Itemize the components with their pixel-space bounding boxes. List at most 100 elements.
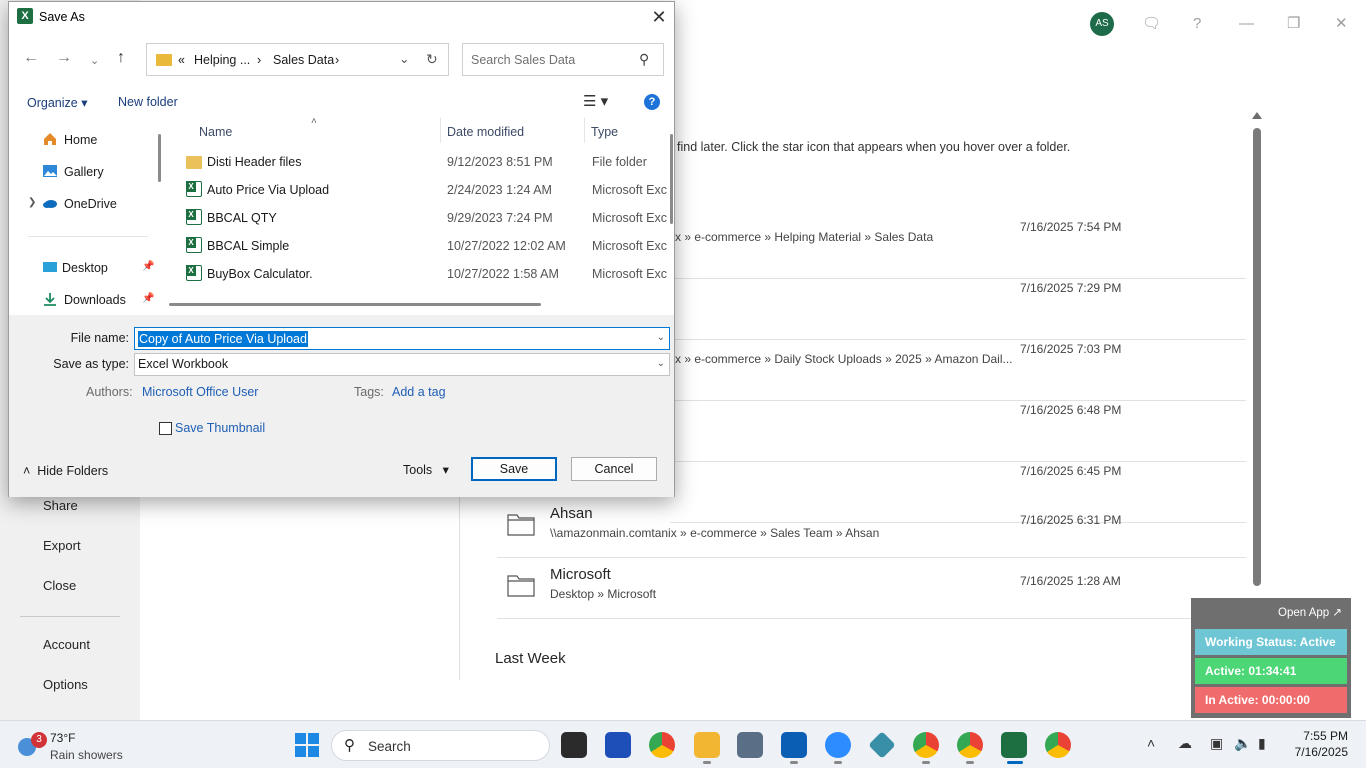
- app-diamond-icon[interactable]: [868, 731, 896, 759]
- recent-folder-row[interactable]: Microsoft Desktop » Microsoft 7/16/2025 …: [497, 558, 1246, 619]
- chrome-profile-icon[interactable]: [1045, 732, 1071, 758]
- file-name-input[interactable]: Copy of Auto Price Via Upload ⌄: [134, 327, 670, 350]
- chevron-down-icon[interactable]: ⌄: [657, 332, 665, 343]
- weather-widget[interactable]: 3 73°F Rain showers: [14, 730, 154, 762]
- nav-options[interactable]: Options: [43, 677, 88, 692]
- scroll-thumb[interactable]: [158, 134, 161, 182]
- column-header-type[interactable]: Type: [591, 125, 618, 139]
- excel-icon[interactable]: [1001, 732, 1027, 758]
- nav-close[interactable]: Close: [43, 578, 76, 593]
- file-row[interactable]: Disti Header files 9/12/2023 8:51 PM Fil…: [166, 148, 674, 176]
- onedrive-offline-icon[interactable]: ☁: [1178, 735, 1192, 752]
- taskbar-search[interactable]: ⚲ Search: [331, 730, 550, 761]
- search-icon[interactable]: ⚲: [639, 51, 649, 68]
- nav-item-gallery[interactable]: Gallery: [18, 158, 156, 186]
- authors-value[interactable]: Microsoft Office User: [142, 385, 258, 399]
- up-arrow-icon[interactable]: ↑: [117, 48, 125, 68]
- open-app-link[interactable]: Open App ↗: [1278, 605, 1342, 619]
- column-header-name[interactable]: Name: [199, 125, 232, 139]
- minimize-icon[interactable]: —: [1239, 14, 1254, 34]
- expand-chevron-icon[interactable]: ❯: [28, 197, 36, 208]
- recent-folder-row[interactable]: 7/16/2025 6:48 PM: [670, 401, 1246, 462]
- tools-menu[interactable]: Tools ▾: [403, 462, 449, 477]
- file-list-hscrollbar[interactable]: [169, 302, 669, 308]
- feedback-icon[interactable]: 🗨: [1142, 14, 1161, 34]
- nav-item-desktop[interactable]: Desktop 📌: [18, 254, 156, 282]
- nav-item-home[interactable]: Home: [18, 126, 156, 154]
- dialog-titlebar[interactable]: X Save As ✕: [9, 2, 674, 32]
- save-type-select[interactable]: Excel Workbook ⌄: [134, 353, 670, 376]
- recent-locations-chevron-icon[interactable]: ⌄: [90, 51, 99, 71]
- recent-scrollbar[interactable]: [1250, 112, 1264, 586]
- start-button[interactable]: [295, 733, 319, 757]
- restore-icon[interactable]: ❐: [1287, 14, 1300, 34]
- nav-item-onedrive[interactable]: ❯ OneDrive: [18, 190, 156, 218]
- nav-account[interactable]: Account: [43, 637, 90, 652]
- breadcrumb-separator[interactable]: ›: [335, 53, 339, 67]
- recent-folder-row[interactable]: x » e-commerce » Daily Stock Uploads » 2…: [670, 340, 1246, 401]
- calculator-icon[interactable]: [737, 732, 763, 758]
- volume-icon[interactable]: 🔈: [1234, 735, 1251, 752]
- close-window-icon[interactable]: ✕: [1335, 14, 1348, 34]
- battery-icon[interactable]: ▮: [1258, 735, 1266, 752]
- file-explorer-icon[interactable]: [694, 732, 720, 758]
- nav-share[interactable]: Share: [43, 498, 78, 513]
- scroll-thumb[interactable]: [670, 134, 673, 224]
- scroll-thumb[interactable]: [1253, 128, 1261, 586]
- breadcrumb-sales-data[interactable]: Sales Data: [273, 53, 334, 67]
- address-bar[interactable]: « Helping ... › Sales Data › ⌄ ↻: [146, 43, 449, 76]
- avatar[interactable]: AS: [1090, 12, 1114, 36]
- zoom-icon[interactable]: [825, 732, 851, 758]
- running-indicator: [966, 761, 974, 764]
- nav-pane-scrollbar[interactable]: [157, 118, 165, 299]
- breadcrumb-separator[interactable]: ›: [257, 53, 261, 67]
- nav-item-downloads[interactable]: Downloads 📌: [18, 286, 156, 314]
- outlook-icon[interactable]: [781, 732, 807, 758]
- file-row[interactable]: BuyBox Calculator. 10/27/2022 1:58 AM Mi…: [166, 260, 674, 288]
- network-icon[interactable]: ▣: [1210, 735, 1223, 752]
- file-row[interactable]: BBCAL Simple 10/27/2022 12:02 AM Microso…: [166, 232, 674, 260]
- store-icon[interactable]: [605, 732, 631, 758]
- forward-arrow-icon[interactable]: →: [56, 48, 72, 68]
- task-view-icon[interactable]: [561, 732, 587, 758]
- scroll-thumb[interactable]: [169, 303, 541, 306]
- clock-time: 7:55 PM: [1303, 729, 1348, 743]
- save-thumbnail-checkbox[interactable]: [159, 422, 172, 435]
- organize-button[interactable]: Organize ▾: [27, 95, 87, 110]
- column-divider[interactable]: [440, 118, 441, 143]
- help-icon[interactable]: ?: [1193, 14, 1201, 34]
- save-thumbnail-label[interactable]: Save Thumbnail: [175, 421, 265, 435]
- dialog-close-button[interactable]: ✕: [645, 5, 673, 29]
- new-folder-button[interactable]: New folder: [118, 95, 178, 109]
- recent-folder-row[interactable]: x » e-commerce » Helping Material » Sale…: [670, 218, 1246, 279]
- view-options-icon[interactable]: ☰ ▾: [583, 92, 608, 110]
- column-header-date[interactable]: Date modified: [447, 125, 524, 139]
- file-list-scrollbar[interactable]: [669, 118, 675, 299]
- help-icon[interactable]: ?: [644, 94, 660, 110]
- scroll-up-arrow-icon[interactable]: [1252, 112, 1262, 119]
- search-box[interactable]: Search Sales Data ⚲: [462, 43, 664, 76]
- recent-folder-row[interactable]: 7/16/2025 7:29 PM: [670, 279, 1246, 340]
- breadcrumb-overflow[interactable]: «: [178, 53, 185, 67]
- tags-value[interactable]: Add a tag: [392, 385, 446, 399]
- chrome-profile-icon[interactable]: [957, 732, 983, 758]
- chevron-down-icon[interactable]: ⌄: [657, 358, 665, 369]
- save-button[interactable]: Save: [471, 457, 557, 481]
- caret-down-icon: ▾: [442, 463, 449, 477]
- hide-folders-button[interactable]: ˄ Hide Folders: [23, 464, 108, 478]
- column-divider[interactable]: [584, 118, 585, 143]
- refresh-icon[interactable]: ↻: [426, 51, 438, 68]
- back-arrow-icon[interactable]: ←: [23, 48, 39, 68]
- recent-folder-row[interactable]: Ahsan \\amazonmain.comtanix » e-commerce…: [497, 497, 1246, 558]
- show-hidden-icons-chevron[interactable]: ˄: [1147, 735, 1155, 751]
- address-dropdown-icon[interactable]: ⌄: [399, 51, 409, 66]
- file-row[interactable]: Auto Price Via Upload 2/24/2023 1:24 AM …: [166, 176, 674, 204]
- system-clock[interactable]: 7:55 PM 7/16/2025: [1286, 728, 1348, 760]
- chrome-profile-icon[interactable]: [913, 732, 939, 758]
- cancel-button[interactable]: Cancel: [571, 457, 657, 481]
- file-row[interactable]: BBCAL QTY 9/29/2023 7:24 PM Microsoft Ex…: [166, 204, 674, 232]
- breadcrumb-helping[interactable]: Helping ...: [194, 53, 250, 67]
- chrome-icon[interactable]: [649, 732, 675, 758]
- nav-export[interactable]: Export: [43, 538, 81, 553]
- nav-item-label: Downloads: [64, 293, 126, 307]
